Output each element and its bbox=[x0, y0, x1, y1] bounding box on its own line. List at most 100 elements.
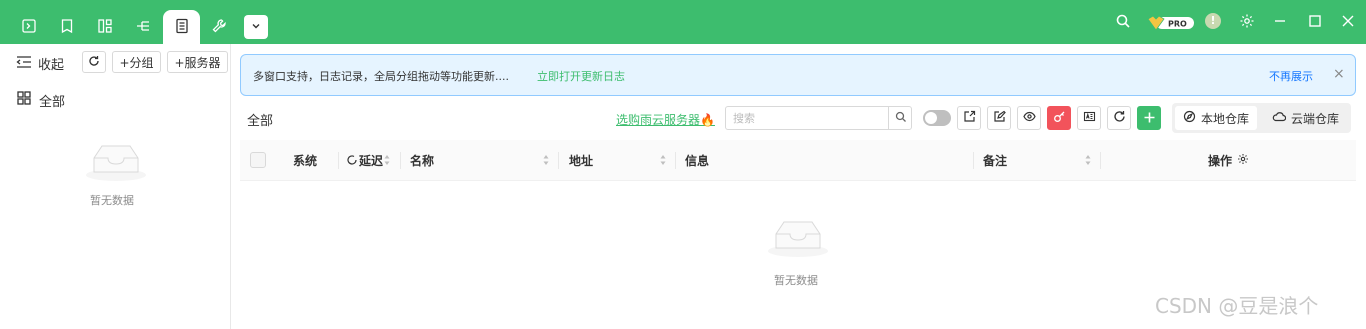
edit-button[interactable] bbox=[987, 106, 1011, 130]
column-divider bbox=[558, 152, 559, 169]
column-remark[interactable]: 备注 bbox=[983, 152, 1007, 169]
terminal-icon bbox=[21, 18, 37, 37]
grid-tree-icon bbox=[97, 18, 113, 37]
export-icon bbox=[963, 110, 976, 126]
sidebar-item-all-label: 全部 bbox=[39, 94, 66, 110]
notice-close-button[interactable]: × bbox=[1333, 66, 1345, 82]
repository-switch: 本地仓库 云端仓库 bbox=[1172, 103, 1351, 133]
column-divider bbox=[675, 152, 676, 169]
column-latency[interactable]: 延迟 bbox=[347, 152, 383, 169]
search-icon bbox=[895, 111, 907, 126]
close-window-button[interactable] bbox=[1338, 12, 1358, 32]
collapse-button[interactable]: 收起 bbox=[16, 54, 64, 73]
search-submit-button[interactable] bbox=[888, 107, 912, 129]
column-actions[interactable]: 操作 bbox=[1208, 152, 1249, 169]
select-all-checkbox[interactable] bbox=[250, 152, 266, 168]
minimize-icon bbox=[1272, 13, 1288, 32]
update-notice: 多窗口支持，日志记录，全局分组拖动等功能更新.... 立即打开更新日志 不再展示… bbox=[240, 54, 1356, 96]
column-divider bbox=[338, 152, 339, 169]
tab-terminal[interactable] bbox=[12, 10, 46, 44]
tabs-dropdown-button[interactable] bbox=[244, 15, 268, 39]
collapse-icon bbox=[16, 55, 32, 73]
column-divider bbox=[400, 152, 401, 169]
column-system[interactable]: 系统 bbox=[293, 152, 317, 169]
search-icon bbox=[1115, 13, 1131, 32]
page-title: 全部 bbox=[247, 114, 274, 129]
empty-inbox-icon bbox=[766, 216, 830, 258]
search-box bbox=[725, 106, 912, 130]
table-empty-text: 暂无数据 bbox=[774, 274, 818, 287]
view-button[interactable] bbox=[1017, 106, 1041, 130]
refresh-list-button[interactable] bbox=[1107, 106, 1131, 130]
minimize-button[interactable] bbox=[1270, 12, 1290, 32]
tab-cloud-repo[interactable]: 云端仓库 bbox=[1264, 106, 1347, 130]
sidebar-empty-text: 暂无数据 bbox=[90, 194, 134, 207]
server-list-icon bbox=[174, 18, 190, 37]
refresh-icon bbox=[1113, 110, 1126, 126]
refresh-icon bbox=[88, 55, 100, 70]
search-input[interactable] bbox=[726, 107, 888, 129]
column-latency-label: 延迟 bbox=[359, 154, 384, 168]
cloud-icon bbox=[1272, 110, 1287, 126]
edit-icon bbox=[993, 110, 1006, 126]
export-button[interactable] bbox=[957, 106, 981, 130]
text-box-icon bbox=[1083, 110, 1096, 126]
column-actions-label: 操作 bbox=[1208, 154, 1233, 168]
compass-icon bbox=[1183, 110, 1196, 126]
collapse-label: 收起 bbox=[38, 58, 65, 73]
search-button[interactable] bbox=[1113, 12, 1133, 32]
watermark: CSDN @豆是浪个 bbox=[1155, 294, 1319, 318]
empty-inbox-icon bbox=[84, 140, 148, 182]
tab-server-list[interactable] bbox=[163, 10, 200, 44]
tab-grid-tree[interactable] bbox=[88, 10, 122, 44]
loading-icon bbox=[347, 154, 357, 168]
sidebar-item-all[interactable]: 全部 bbox=[16, 90, 65, 110]
gear-icon bbox=[1237, 153, 1249, 168]
column-name[interactable]: 名称 bbox=[410, 152, 434, 169]
tab-local-repo[interactable]: 本地仓库 bbox=[1175, 106, 1258, 130]
title-bar: PRO ! bbox=[0, 0, 1366, 44]
server-table-header: 系统 延迟 名称 地址 信息 备注 操作 bbox=[240, 140, 1356, 181]
maximize-icon bbox=[1307, 13, 1323, 32]
pro-badge-label: PRO bbox=[1168, 20, 1187, 29]
latency-sort-icon[interactable] bbox=[384, 154, 390, 166]
maximize-button[interactable] bbox=[1305, 12, 1325, 32]
remark-sort-icon[interactable] bbox=[1085, 154, 1091, 166]
column-divider bbox=[1100, 152, 1101, 169]
refresh-button[interactable] bbox=[82, 51, 106, 73]
add-group-button[interactable]: +分组 bbox=[112, 51, 161, 73]
add-server-plus-button[interactable] bbox=[1137, 106, 1161, 130]
tab-tree[interactable] bbox=[126, 10, 160, 44]
bookmark-icon bbox=[59, 18, 75, 37]
column-divider bbox=[973, 152, 974, 169]
tree-icon bbox=[135, 18, 151, 37]
name-sort-icon[interactable] bbox=[543, 154, 549, 166]
settings-button[interactable] bbox=[1237, 12, 1257, 32]
buy-server-link[interactable]: 选购雨云服务器🔥 bbox=[616, 111, 715, 128]
warning-icon[interactable]: ! bbox=[1205, 13, 1221, 29]
tab-tools[interactable] bbox=[202, 10, 236, 44]
column-address[interactable]: 地址 bbox=[569, 152, 593, 169]
close-icon bbox=[1340, 13, 1356, 32]
sidebar: 收起 +分组 +服务器 全部 暂无数据 bbox=[0, 44, 231, 329]
column-info[interactable]: 信息 bbox=[685, 152, 709, 169]
wrench-icon bbox=[211, 18, 227, 37]
view-toggle-switch[interactable] bbox=[923, 110, 951, 126]
key-button[interactable] bbox=[1047, 106, 1071, 130]
open-changelog-link[interactable]: 立即打开更新日志 bbox=[537, 68, 625, 84]
notice-text: 多窗口支持，日志记录，全局分组拖动等功能更新.... bbox=[253, 70, 509, 83]
address-sort-icon[interactable] bbox=[660, 154, 666, 166]
tab-cloud-repo-label: 云端仓库 bbox=[1291, 111, 1340, 126]
dont-show-again-link[interactable]: 不再展示 bbox=[1269, 68, 1313, 84]
key-icon bbox=[1053, 110, 1066, 126]
chevron-down-icon bbox=[250, 20, 262, 35]
pro-badge[interactable]: PRO bbox=[1146, 13, 1196, 33]
add-server-button[interactable]: +服务器 bbox=[167, 51, 228, 73]
plus-icon bbox=[1143, 108, 1156, 129]
tab-local-repo-label: 本地仓库 bbox=[1201, 111, 1250, 126]
text-mode-button[interactable] bbox=[1077, 106, 1101, 130]
tab-bookmark[interactable] bbox=[50, 10, 84, 44]
eye-icon bbox=[1022, 110, 1036, 126]
grid-icon bbox=[16, 90, 32, 110]
gear-icon bbox=[1239, 13, 1255, 32]
